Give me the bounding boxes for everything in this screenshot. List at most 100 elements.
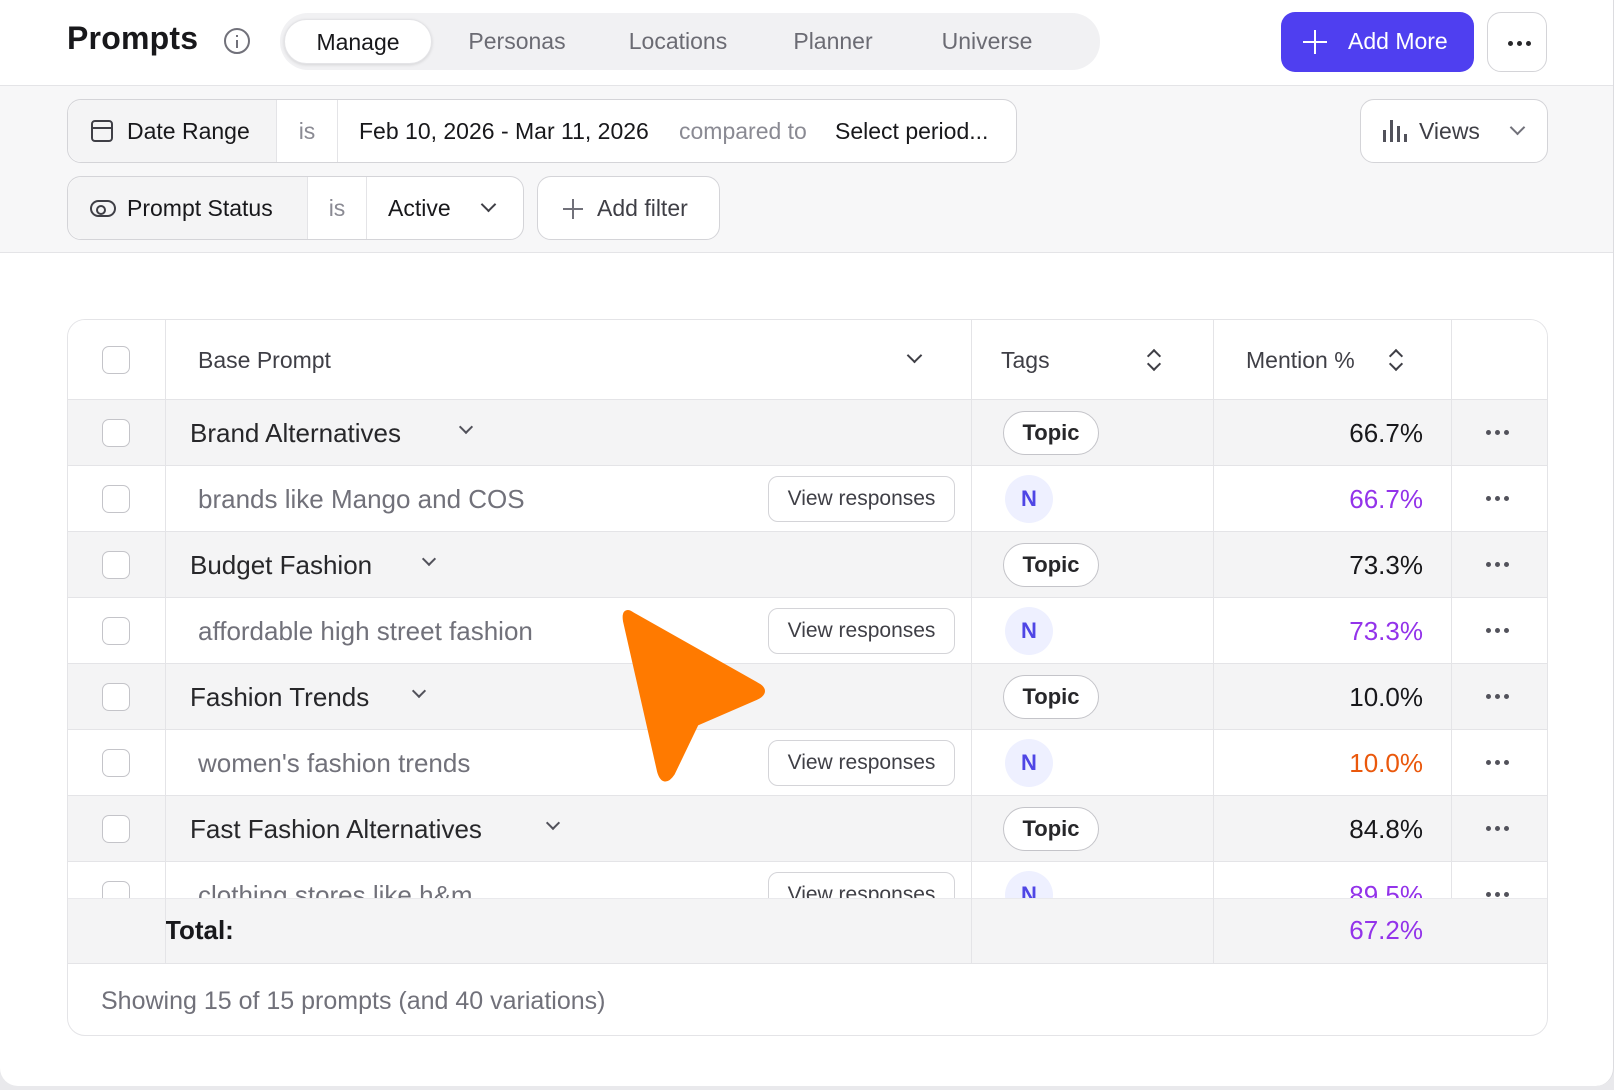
group-name: Fashion Trends xyxy=(190,682,370,712)
date-range-filter[interactable]: Date Range is Feb 10, 2026 - Mar 11, 202… xyxy=(67,99,1017,163)
tab-universe[interactable]: Universe xyxy=(920,19,1054,64)
table-row[interactable]: Fast Fashion Alternatives Topic 84.8% xyxy=(68,796,1547,862)
row-checkbox[interactable] xyxy=(102,683,130,711)
row-checkbox[interactable] xyxy=(102,815,130,843)
chevron-down-icon[interactable] xyxy=(906,347,923,364)
topic-tag: Topic xyxy=(1003,807,1099,851)
row-actions-icon[interactable] xyxy=(1486,826,1509,831)
filter-bar: Date Range is Feb 10, 2026 - Mar 11, 202… xyxy=(0,86,1613,253)
row-actions-icon[interactable] xyxy=(1486,496,1509,501)
table-row[interactable]: Budget Fashion Topic 73.3% xyxy=(68,532,1547,598)
mouse-cursor-icon xyxy=(622,610,765,782)
view-responses-button[interactable]: View responses xyxy=(768,608,955,654)
more-options-button[interactable] xyxy=(1487,12,1547,72)
info-icon[interactable] xyxy=(224,28,250,54)
total-mention-value: 67.2% xyxy=(1349,915,1423,945)
group-name: Fast Fashion Alternatives xyxy=(190,814,482,844)
chevron-down-icon[interactable] xyxy=(421,551,437,567)
row-checkbox[interactable] xyxy=(102,419,130,447)
prompt-status-select[interactable]: Active xyxy=(367,177,523,239)
compare-period-select[interactable]: Select period... xyxy=(835,100,988,162)
prompt-status-operator[interactable]: is xyxy=(308,177,367,239)
row-checkbox[interactable] xyxy=(102,551,130,579)
sort-icon[interactable] xyxy=(1389,349,1403,371)
topic-tag: Topic xyxy=(1003,675,1099,719)
tags-header[interactable]: Tags xyxy=(1001,347,1050,374)
mention-value: 66.7% xyxy=(1349,418,1423,448)
calendar-icon xyxy=(91,120,113,142)
mention-value: 10.0% xyxy=(1349,748,1423,778)
base-prompt-header[interactable]: Base Prompt xyxy=(198,347,331,374)
prompt-status-value: Active xyxy=(388,195,451,221)
row-actions-icon[interactable] xyxy=(1486,628,1509,633)
total-label: Total: xyxy=(165,915,234,945)
topic-tag: Topic xyxy=(1003,543,1099,587)
group-name: Brand Alternatives xyxy=(190,418,402,448)
tab-locations[interactable]: Locations xyxy=(610,19,746,64)
date-range-field[interactable]: Date Range xyxy=(68,100,277,162)
chevron-down-icon xyxy=(1509,119,1526,136)
row-actions-icon[interactable] xyxy=(1486,694,1509,699)
page-title: Prompts xyxy=(67,20,199,56)
prompts-page: Prompts Manage Personas Locations Planne… xyxy=(0,0,1614,1086)
tab-personas[interactable]: Personas xyxy=(455,19,579,64)
view-responses-button[interactable]: View responses xyxy=(768,476,955,522)
n-badge: N xyxy=(1005,475,1053,523)
mention-value: 66.7% xyxy=(1349,484,1423,514)
tab-manage[interactable]: Manage xyxy=(284,19,432,64)
column-divider xyxy=(1451,320,1452,898)
table-row[interactable]: women's fashion trends View responses N … xyxy=(68,730,1547,796)
mention-header[interactable]: Mention % xyxy=(1246,347,1355,374)
chevron-down-icon[interactable] xyxy=(458,419,474,435)
table-footer-summary: Showing 15 of 15 prompts (and 40 variati… xyxy=(101,987,606,1015)
tab-planner[interactable]: Planner xyxy=(777,19,889,64)
row-actions-icon[interactable] xyxy=(1486,892,1509,897)
plus-icon xyxy=(563,199,583,219)
prompts-table: Base Prompt Tags Mention % Brand Alterna… xyxy=(67,319,1548,1036)
total-row: Total: 67.2% xyxy=(68,898,1547,964)
date-range-text: Feb 10, 2026 - Mar 11, 2026 xyxy=(359,118,649,144)
date-range-value[interactable]: Feb 10, 2026 - Mar 11, 2026 compared to … xyxy=(338,100,1016,162)
row-actions-icon[interactable] xyxy=(1486,562,1509,567)
prompt-status-field-label: Prompt Status xyxy=(127,195,273,221)
chevron-down-icon xyxy=(480,196,497,213)
n-badge: N xyxy=(1005,607,1053,655)
chevron-down-icon[interactable] xyxy=(545,815,561,831)
prompt-status-filter[interactable]: Prompt Status is Active xyxy=(67,176,524,240)
variation-name: brands like Mango and COS xyxy=(198,484,525,514)
table-row[interactable]: affordable high street fashion View resp… xyxy=(68,598,1547,664)
row-checkbox[interactable] xyxy=(102,749,130,777)
views-label: Views xyxy=(1419,118,1480,144)
view-responses-button[interactable]: View responses xyxy=(768,740,955,786)
prompt-status-field[interactable]: Prompt Status xyxy=(68,177,308,239)
row-checkbox[interactable] xyxy=(102,617,130,645)
row-checkbox[interactable] xyxy=(102,485,130,513)
sort-icon[interactable] xyxy=(1147,349,1161,371)
column-divider xyxy=(1213,320,1214,964)
add-more-label: Add More xyxy=(1348,28,1448,54)
compared-to-label: compared to xyxy=(679,118,807,144)
mention-value: 73.3% xyxy=(1349,550,1423,580)
group-name: Budget Fashion xyxy=(190,550,373,580)
date-range-field-label: Date Range xyxy=(127,118,250,144)
column-divider xyxy=(971,320,972,964)
select-all-checkbox[interactable] xyxy=(102,346,130,374)
table-row[interactable]: Fashion Trends Topic 10.0% xyxy=(68,664,1547,730)
variation-name: women's fashion trends xyxy=(198,748,471,778)
variation-name: affordable high street fashion xyxy=(198,616,533,646)
chevron-down-icon[interactable] xyxy=(411,683,427,699)
date-range-operator[interactable]: is xyxy=(277,100,338,162)
eye-icon xyxy=(90,200,116,217)
views-button[interactable]: Views xyxy=(1360,99,1548,163)
tab-bar: Manage Personas Locations Planner Univer… xyxy=(280,13,1100,70)
row-actions-icon[interactable] xyxy=(1486,430,1509,435)
topic-tag: Topic xyxy=(1003,411,1099,455)
column-divider xyxy=(165,320,166,964)
add-filter-button[interactable]: Add filter xyxy=(537,176,720,240)
table-header: Base Prompt Tags Mention % xyxy=(68,320,1547,400)
table-row[interactable]: Brand Alternatives Topic 66.7% xyxy=(68,400,1547,466)
row-actions-icon[interactable] xyxy=(1486,760,1509,765)
add-filter-label: Add filter xyxy=(597,195,688,221)
table-row[interactable]: brands like Mango and COS View responses… xyxy=(68,466,1547,532)
add-more-button[interactable]: Add More xyxy=(1281,12,1474,72)
